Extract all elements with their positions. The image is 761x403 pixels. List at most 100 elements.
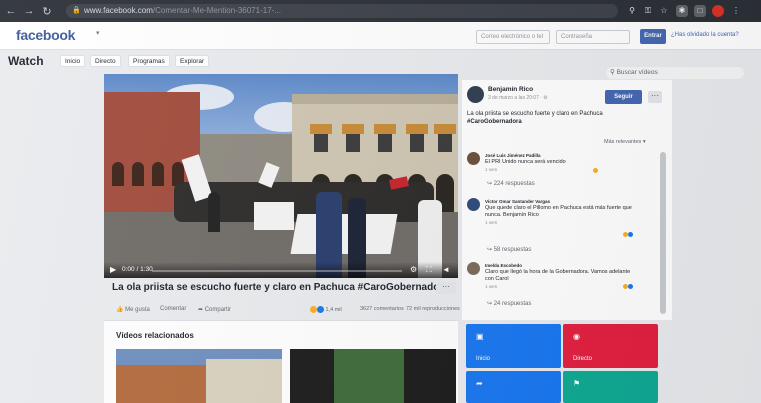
comment-reactions [593, 168, 598, 174]
video-frame-arch [112, 162, 124, 186]
tile-inicio[interactable]: ▣ Inicio [466, 324, 561, 368]
comment-sort-dropdown[interactable]: Más relevantes ▾ [604, 139, 646, 145]
tab-inicio[interactable]: Inicio [60, 55, 86, 67]
comment-replies-link[interactable]: ↪ 224 respuestas [487, 180, 535, 187]
search-icon[interactable]: ⚲ [626, 5, 638, 17]
chevron-down-icon[interactable]: ▾ [96, 29, 100, 37]
star-icon[interactable]: ☆ [658, 5, 670, 17]
bookmark-icon: ⚑ [573, 379, 581, 388]
avatar[interactable] [467, 152, 480, 165]
related-video-thumbnail[interactable] [116, 349, 282, 403]
extension-icon[interactable]: ✱ [676, 5, 688, 17]
share-button[interactable]: ➦ Compartir [198, 306, 231, 313]
comment: Víctor Omar Santander Vargas Que quede c… [467, 198, 665, 258]
video-more-button[interactable]: ··· [436, 282, 456, 294]
video-frame-person [208, 192, 220, 232]
video-search-input[interactable]: ⚲ Buscar vídeos [606, 67, 744, 79]
comment-count[interactable]: 3627 comentarios [360, 306, 404, 312]
fullscreen-icon[interactable]: ⛶ [426, 265, 432, 275]
avatar[interactable] [467, 86, 484, 103]
comment-replies-link[interactable]: ↪ 58 respuestas [487, 246, 531, 253]
post-body: La ola priista se escucho fuerte y claro… [467, 111, 603, 117]
play-icon[interactable]: ▶ [110, 265, 116, 274]
like-icon [628, 232, 633, 238]
related-video-thumbnail[interactable] [290, 349, 456, 403]
like-icon [628, 284, 633, 290]
menu-dots-icon[interactable]: ⋮ [730, 5, 742, 17]
tile-share[interactable]: ➦ [466, 371, 561, 403]
url-domain: www.facebook.com [84, 6, 153, 15]
arrow-left-icon[interactable]: ← [4, 5, 18, 17]
post-more-button[interactable]: ··· [648, 91, 662, 103]
email-field[interactable]: Correo electrónico o tel [476, 30, 550, 44]
facebook-header: facebook ▾ Correo electrónico o tel Cont… [0, 22, 761, 50]
lock-icon: 🔒 [72, 7, 81, 14]
video-player[interactable]: ▶ 0:00 / 1:30 ⚙ ⛶ ◄ [104, 74, 458, 278]
tab-directo[interactable]: Directo [90, 55, 121, 67]
video-frame-window [438, 134, 452, 152]
video-frame-arch [132, 162, 144, 186]
like-button[interactable]: 👍 Me gusta [116, 306, 150, 313]
reload-icon[interactable]: ↻ [40, 5, 54, 18]
tab-explorar[interactable]: Explorar [175, 55, 210, 67]
comment-bubble: Víctor Omar Santander Vargas Que quede c… [485, 198, 635, 226]
like-icon [317, 306, 324, 313]
volume-icon[interactable]: ◄ [442, 265, 450, 274]
post-author[interactable]: Benjamín Rico [488, 86, 533, 93]
address-bar[interactable]: 🔒 www.facebook.com/Comentar-Me-Mention-3… [66, 4, 618, 18]
video-frame-banner [254, 202, 294, 230]
video-frame-awning [310, 124, 332, 134]
password-field[interactable]: Contraseña [556, 30, 630, 44]
arrow-right-icon[interactable]: → [22, 5, 36, 17]
comment-button[interactable]: Comentar [160, 306, 186, 312]
tv-icon: ▣ [476, 332, 484, 341]
facebook-logo[interactable]: facebook [16, 27, 75, 43]
comment: Imelda Escobedo Claro que llegó la hora … [467, 262, 665, 312]
comment-reactions [623, 284, 633, 290]
comment-replies-link[interactable]: ↪ 24 respuestas [487, 300, 531, 307]
view-count: 72 mil reproducciones [406, 306, 460, 312]
avatar[interactable] [467, 198, 480, 211]
forgot-account-link[interactable]: ¿Has olvidado la cuenta? [671, 32, 739, 38]
browser-toolbar: ← → ↻ 🔒 www.facebook.com/Comentar-Me-Men… [0, 0, 761, 22]
live-icon: ◉ [573, 332, 580, 341]
url-path: /Comentar-Me-Mention-36071-17-... [152, 6, 281, 15]
related-videos-title: Vídeos relacionados [116, 331, 194, 340]
related-videos: Vídeos relacionados [104, 320, 458, 403]
video-frame-awning [342, 124, 364, 134]
video-title: La ola priista se escucho fuerte y claro… [112, 282, 449, 293]
sidebar-icon[interactable]: □ [694, 5, 706, 17]
post-meta: 3 de marzo a las 20:07 · ⚙ [488, 95, 548, 101]
comment-author[interactable]: Víctor Omar Santander Vargas [485, 198, 635, 205]
tab-programas[interactable]: Programas [128, 55, 170, 67]
comment-author[interactable]: José Luis Jiménez Padilla [485, 152, 655, 159]
tile-label: Directo [573, 356, 593, 362]
avatar[interactable] [467, 262, 480, 275]
profile-avatar[interactable] [712, 5, 724, 17]
video-frame-window [378, 134, 392, 152]
screen: ← → ↻ 🔒 www.facebook.com/Comentar-Me-Men… [0, 0, 761, 403]
video-frame-window [410, 134, 424, 152]
video-frame-roof [292, 94, 458, 104]
tile-label: Inicio [476, 356, 491, 362]
video-controls: ▶ 0:00 / 1:30 ⚙ ⛶ ◄ [104, 262, 458, 278]
comment-text: Claro que llegó la hora de la Gobernador… [485, 269, 631, 282]
reaction-count: 1,4 mil [310, 306, 342, 313]
comments-scrollbar[interactable] [660, 152, 666, 314]
settings-icon[interactable]: ⚙ [410, 265, 417, 274]
login-button[interactable]: Entrar [640, 29, 666, 44]
follow-button[interactable]: Seguir [605, 90, 642, 104]
video-frame-window [346, 134, 360, 152]
comment-reactions [623, 232, 633, 238]
tile-saved[interactable]: ⚑ [563, 371, 658, 403]
reaction-count-text: 1,4 mil [325, 306, 342, 313]
comment-author[interactable]: Imelda Escobedo [485, 262, 635, 269]
key-icon[interactable]: ⚿ [642, 5, 654, 17]
tile-directo[interactable]: ◉ Directo [563, 324, 658, 368]
share-icon: ➦ [476, 379, 483, 388]
video-progress-bar[interactable] [152, 270, 402, 272]
post-hashtag[interactable]: #CaroGobernadora [467, 119, 522, 125]
comment-time: 1 sem [485, 284, 498, 289]
video-frame-window [314, 134, 328, 152]
search-icon: ⚲ [610, 69, 617, 76]
